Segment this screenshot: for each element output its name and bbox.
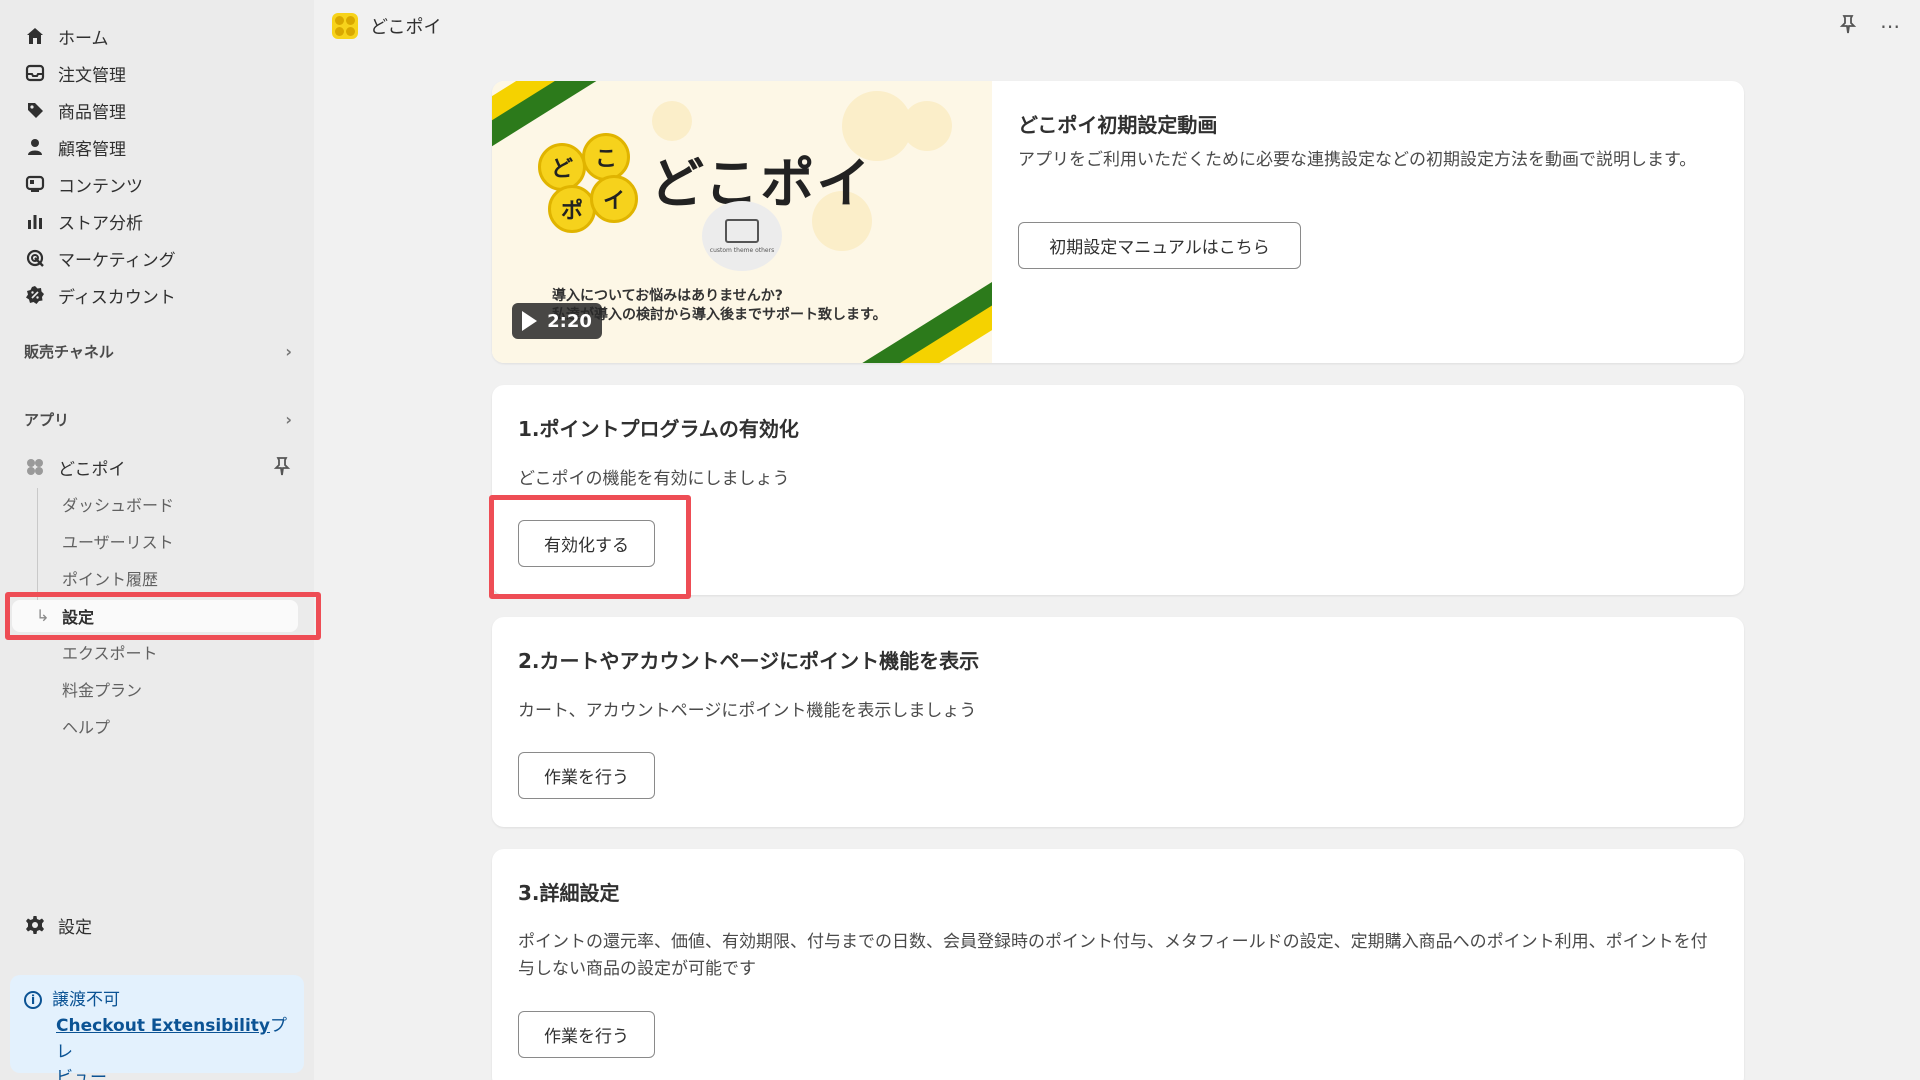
thumbnail-icon-caption: custom theme others — [709, 246, 775, 254]
chevron-right-icon: › — [285, 409, 292, 429]
discount-icon — [24, 284, 46, 306]
step2-title: 2.カートやアカウントページにポイント機能を表示 — [518, 649, 980, 673]
nav-label: ホーム — [58, 28, 109, 49]
setup-manual-button[interactable]: 初期設定マニュアルはこちら — [1018, 222, 1301, 269]
gear-icon — [24, 914, 46, 936]
non-transferable-notice: i 譲渡不可 Checkout Extensibilityプレ ビュー — [10, 975, 304, 1080]
step1-description: どこポイの機能を有効にしましょう — [518, 469, 790, 489]
notice-line3: ビュー — [56, 1068, 107, 1080]
sub-item-export[interactable]: エクスポート — [62, 638, 158, 666]
nav-home[interactable]: ホーム — [24, 21, 109, 51]
nav-content[interactable]: コンテンツ — [24, 169, 143, 199]
video-thumbnail[interactable]: ど こ ポ イ どこポイ custom theme others 導入についてお… — [492, 81, 992, 363]
app-logo-icon — [24, 456, 46, 478]
nav-settings[interactable]: 設定 — [24, 910, 92, 940]
inbox-icon — [24, 62, 46, 84]
content-icon — [24, 173, 46, 195]
nav-discounts[interactable]: ディスカウント — [24, 280, 176, 310]
step3-action-button[interactable]: 作業を行う — [518, 1011, 655, 1058]
pin-icon[interactable] — [272, 456, 292, 478]
nav-label: 注文管理 — [58, 65, 126, 86]
nav-label: 商品管理 — [58, 102, 126, 123]
setup-video-card: ど こ ポ イ どこポイ custom theme others 導入についてお… — [492, 81, 1744, 363]
step2-description: カート、アカウントページにポイント機能を表示しましょう — [518, 701, 977, 721]
nav-products[interactable]: 商品管理 — [24, 95, 126, 125]
apps-header[interactable]: アプリ › — [24, 406, 292, 432]
sales-channels-label: 販売チャネル — [24, 342, 114, 361]
nav-label: コンテンツ — [58, 176, 143, 197]
sub-item-pricing[interactable]: 料金プラン — [62, 675, 142, 703]
dokopoi-logo: ど こ ポ イ — [538, 133, 648, 233]
chevron-right-icon: › — [285, 341, 292, 361]
play-icon — [522, 311, 538, 331]
step2-card: 2.カートやアカウントページにポイント機能を表示 カート、アカウントページにポイ… — [492, 617, 1744, 827]
notice-title: 譲渡不可 — [52, 990, 120, 1010]
bar-chart-icon — [24, 210, 46, 232]
tag-icon — [24, 99, 46, 121]
nav-label: マーケティング — [58, 250, 176, 271]
apps-label: アプリ — [24, 410, 70, 429]
app-name: どこポイ — [58, 459, 126, 480]
step2-action-button[interactable]: 作業を行う — [518, 752, 655, 799]
sidebar: ホーム 注文管理 商品管理 顧客管理 コンテンツ ストア分析 マーケティング デ… — [0, 0, 321, 1080]
more-actions-icon[interactable]: ⋯ — [1880, 14, 1900, 39]
pin-icon[interactable] — [1838, 14, 1858, 39]
step3-card: 3.詳細設定 ポイントの還元率、価値、有効期限、付与までの日数、会員登録時のポイ… — [492, 849, 1744, 1080]
thumbnail-line2: 私達が導入の検討から導入後までサポート致します。 — [552, 307, 887, 323]
nav-analytics[interactable]: ストア分析 — [24, 206, 143, 236]
nav-label: ディスカウント — [58, 287, 176, 308]
thumbnail-text: 導入についてお悩みはありませんか? 私達が導入の検討から導入後までサポート致しま… — [552, 287, 887, 325]
app-title: どこポイ — [370, 17, 442, 38]
video-description: アプリをご利用いただくために必要な連携設定などの初期設定方法を動画で説明します。 — [1018, 150, 1697, 170]
sub-item-dashboard[interactable]: ダッシュボード — [62, 490, 174, 518]
person-icon — [24, 136, 46, 158]
nav-label: 設定 — [58, 917, 92, 938]
nav-marketing[interactable]: マーケティング — [24, 243, 176, 273]
highlight-box-settings — [5, 592, 321, 640]
info-icon: i — [24, 991, 42, 1009]
video-title: どこポイ初期設定動画 — [1018, 113, 1218, 137]
highlight-box-enable — [489, 495, 691, 599]
sub-item-user-list[interactable]: ユーザーリスト — [62, 527, 174, 555]
nav-customers[interactable]: 顧客管理 — [24, 132, 126, 162]
sub-item-help[interactable]: ヘルプ — [62, 712, 110, 740]
step1-title: 1.ポイントプログラムの有効化 — [518, 417, 799, 441]
nav-orders[interactable]: 注文管理 — [24, 58, 126, 88]
video-duration: 2:20 — [547, 310, 592, 332]
app-dokopoi[interactable]: どこポイ — [24, 452, 294, 482]
step3-title: 3.詳細設定 — [518, 881, 620, 905]
sales-channels-header[interactable]: 販売チャネル › — [24, 338, 292, 364]
app-logo — [332, 13, 358, 39]
app-header: どこポイ ⋯ — [314, 0, 1920, 52]
target-icon — [24, 247, 46, 269]
custom-theme-icon: custom theme others — [702, 201, 782, 271]
step3-description: ポイントの還元率、価値、有効期限、付与までの日数、会員登録時のポイント付与、メタ… — [518, 932, 1708, 979]
nav-label: ストア分析 — [58, 213, 143, 234]
play-button[interactable]: 2:20 — [512, 303, 602, 339]
nav-label: 顧客管理 — [58, 139, 126, 160]
sub-item-point-history[interactable]: ポイント履歴 — [62, 564, 158, 592]
home-icon — [24, 25, 46, 47]
thumbnail-line1: 導入についてお悩みはありませんか? — [552, 288, 783, 304]
checkout-extensibility-link[interactable]: Checkout Extensibility — [56, 1016, 270, 1036]
